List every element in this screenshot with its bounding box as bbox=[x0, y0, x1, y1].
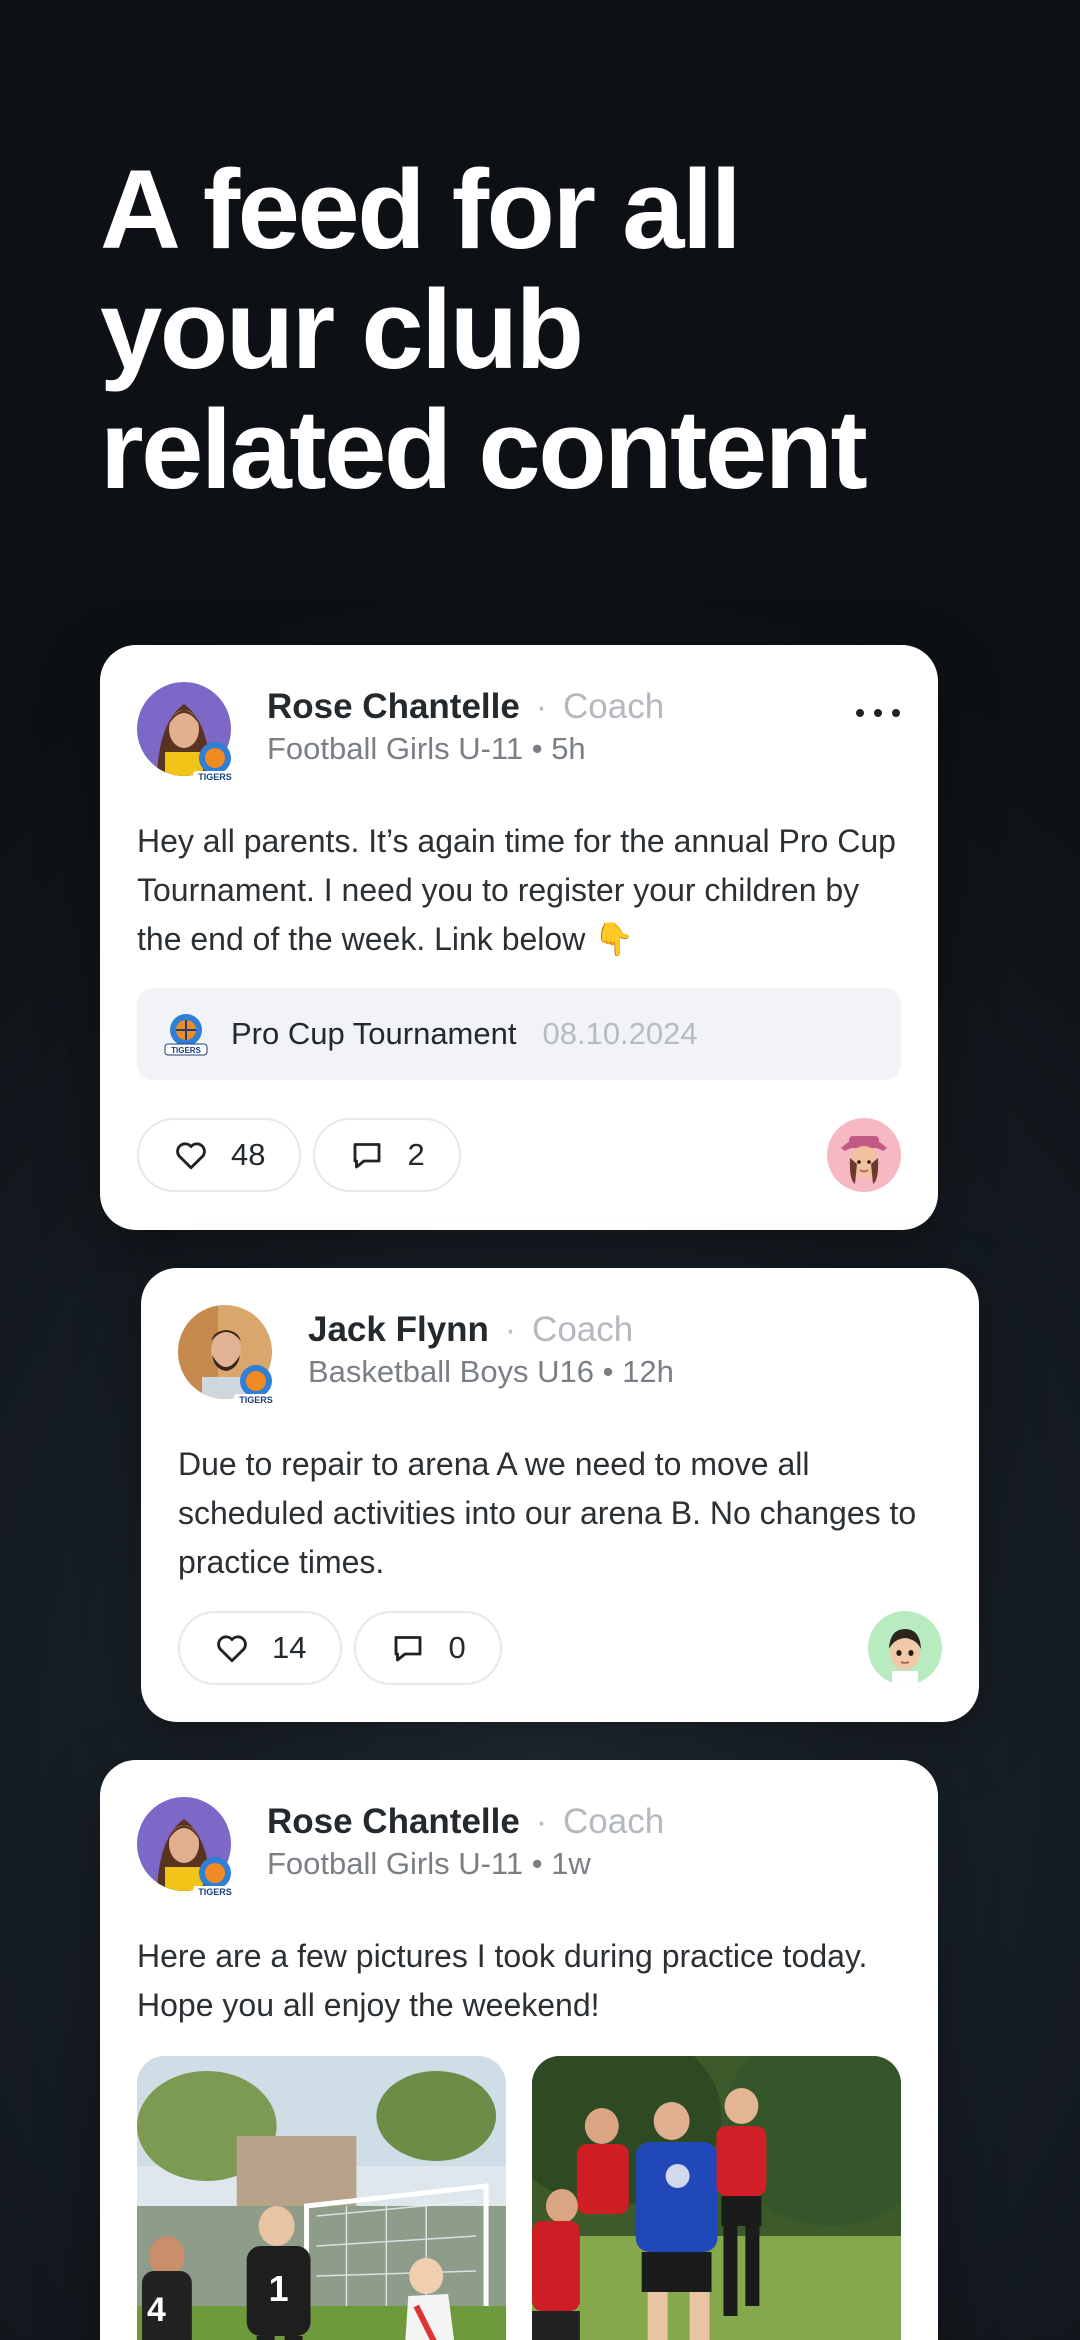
svg-text:TIGERS: TIGERS bbox=[239, 1395, 273, 1405]
event-title: Pro Cup Tournament bbox=[231, 1016, 517, 1051]
headline-line-3: related content bbox=[100, 387, 868, 512]
like-button[interactable]: 14 bbox=[178, 1611, 343, 1685]
club-badge-icon: TIGERS bbox=[234, 1365, 278, 1406]
memoji-avatar-icon bbox=[841, 1136, 887, 1184]
event-date: 08.10.2024 bbox=[542, 1016, 698, 1051]
practice-photo[interactable] bbox=[532, 2056, 901, 2340]
kids-playing-photo bbox=[532, 2056, 901, 2340]
like-button[interactable]: 48 bbox=[137, 1118, 302, 1192]
separator: · bbox=[504, 1310, 517, 1349]
post-card[interactable]: TIGERS Jack Flynn · Coach Basketball Boy… bbox=[141, 1268, 979, 1722]
author-line: Rose Chantelle · Coach bbox=[267, 685, 664, 729]
club-badge-icon: TIGERS bbox=[193, 1857, 237, 1898]
author-role: Coach bbox=[532, 1310, 634, 1349]
like-count: 48 bbox=[231, 1137, 266, 1172]
author-avatar[interactable]: TIGERS bbox=[137, 1797, 237, 1898]
post-meta: Football Girls U-11 • 5h bbox=[267, 731, 586, 766]
more-dot-icon bbox=[874, 709, 882, 717]
author-name[interactable]: Rose Chantelle bbox=[267, 1802, 520, 1841]
svg-text:TIGERS: TIGERS bbox=[198, 1887, 232, 1897]
comment-button[interactable]: 2 bbox=[313, 1118, 461, 1192]
memoji-avatar-icon bbox=[889, 1629, 921, 1685]
author-line: Rose Chantelle · Coach bbox=[267, 1800, 664, 1844]
separator: · bbox=[535, 1802, 548, 1841]
author-name[interactable]: Rose Chantelle bbox=[267, 687, 520, 726]
soccer-goal-photo: 4 1 bbox=[137, 2056, 506, 2340]
svg-text:4: 4 bbox=[147, 2291, 166, 2329]
practice-photo[interactable]: 4 1 bbox=[137, 2056, 506, 2340]
post-meta: Football Girls U-11 • 1w bbox=[267, 1846, 591, 1881]
svg-text:TIGERS: TIGERS bbox=[171, 1046, 201, 1055]
author-line: Jack Flynn · Coach bbox=[308, 1308, 633, 1352]
comment-count: 2 bbox=[407, 1137, 425, 1172]
heart-icon bbox=[217, 1635, 247, 1663]
headline-line-2: your club bbox=[100, 267, 584, 392]
club-logo-icon: TIGERS bbox=[164, 1014, 208, 1056]
svg-text:1: 1 bbox=[269, 2268, 289, 2309]
more-options-button[interactable] bbox=[856, 703, 900, 723]
more-dot-icon bbox=[856, 709, 864, 717]
comment-icon bbox=[395, 1636, 422, 1662]
heart-icon bbox=[176, 1142, 206, 1170]
author-role: Coach bbox=[562, 1802, 665, 1841]
comment-count: 0 bbox=[448, 1630, 466, 1665]
more-dot-icon bbox=[892, 709, 900, 717]
post-text: Here are a few pictures I took during pr… bbox=[137, 1938, 868, 2023]
post-card[interactable]: TIGERS Rose Chantelle · Coach Football G… bbox=[100, 645, 938, 1230]
headline-line-1: A feed for all bbox=[100, 147, 742, 272]
post-text: Hey all parents. It’s again time for the… bbox=[137, 823, 896, 957]
photo-gallery: 4 1 bbox=[137, 2056, 901, 2340]
event-link[interactable]: TIGERS Pro Cup Tournament 08.10.2024 bbox=[137, 988, 901, 1080]
post-card[interactable]: TIGERS Rose Chantelle · Coach Football G… bbox=[100, 1760, 938, 2340]
post-meta: Basketball Boys U16 • 12h bbox=[308, 1354, 674, 1389]
author-name[interactable]: Jack Flynn bbox=[308, 1310, 489, 1349]
reactor-avatar[interactable] bbox=[868, 1611, 942, 1685]
club-badge-icon: TIGERS bbox=[193, 742, 237, 783]
post-text: Due to repair to arena A we need to move… bbox=[178, 1446, 917, 1580]
svg-text:TIGERS: TIGERS bbox=[198, 772, 232, 782]
author-avatar[interactable]: TIGERS bbox=[137, 682, 237, 783]
reactor-avatar[interactable] bbox=[827, 1118, 901, 1192]
like-count: 14 bbox=[272, 1630, 307, 1665]
comment-icon bbox=[354, 1143, 381, 1169]
headline: A feed for all your club related content bbox=[100, 150, 980, 510]
post-actions: 48 2 bbox=[137, 1118, 461, 1192]
author-role: Coach bbox=[562, 687, 665, 726]
author-avatar[interactable]: TIGERS bbox=[178, 1305, 278, 1406]
comment-button[interactable]: 0 bbox=[354, 1611, 502, 1685]
post-actions: 14 0 bbox=[178, 1611, 502, 1685]
separator: · bbox=[535, 687, 548, 726]
